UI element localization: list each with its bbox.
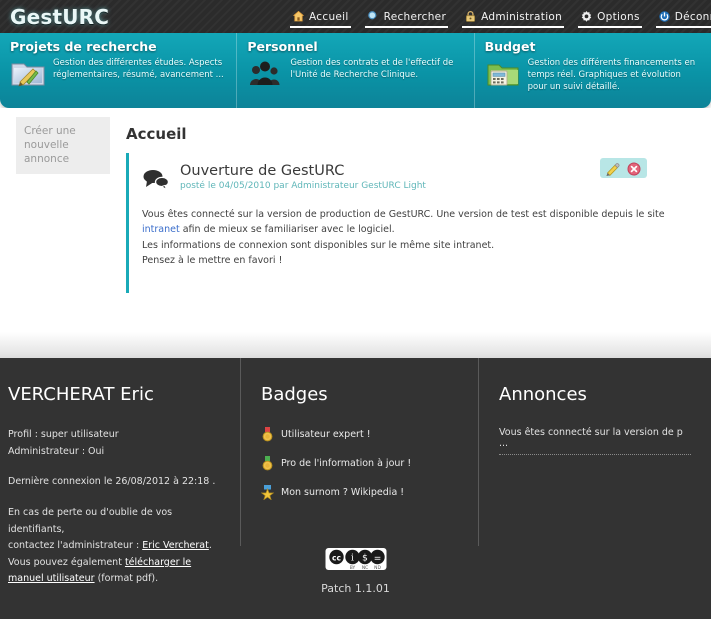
folder-calculator-icon <box>485 57 521 89</box>
user-last-connection: Dernière connexion le 26/08/2012 à 22:18… <box>8 476 216 488</box>
annonce-list-item[interactable]: Vous êtes connecté sur la version de p .… <box>499 427 691 455</box>
banner-card-title: Personnel <box>247 39 318 54</box>
badge-label: Mon surnom ? Wikipedia ! <box>281 487 405 498</box>
banner-card-projets[interactable]: Projets de recherche Gestion des différe… <box>0 33 236 108</box>
announcement-body: Vous êtes connecté sur la version de pro… <box>142 207 689 269</box>
footer-user-panel: VERCHERAT Eric Profil : super utilisateu… <box>0 358 240 584</box>
help-line3-pre: Vous pouvez également <box>8 556 125 568</box>
banner-card-title: Projets de recherche <box>10 39 157 54</box>
help-text: En cas de perte ou d'oublie de vos ident… <box>8 505 222 588</box>
medal-red-icon <box>261 427 274 442</box>
help-line1: En cas de perte ou d'oublie de vos ident… <box>8 506 173 535</box>
main-content: Créer une nouvelle annonce Accueil Ouver… <box>0 108 711 358</box>
magnifier-icon <box>367 10 380 23</box>
badge-item: Pro de l'information à jour ! <box>261 456 460 471</box>
annonces-title: Annonces <box>499 384 587 405</box>
medal-green-icon <box>261 456 274 471</box>
people-icon <box>247 57 283 89</box>
badge-item: Utilisateur expert ! <box>261 427 460 442</box>
footer-annonces-panel: Annonces Vous êtes connecté sur la versi… <box>478 358 711 546</box>
svg-text:cc: cc <box>331 554 340 563</box>
banner-card-budget[interactable]: Budget Gestion des différents financemen… <box>473 33 711 108</box>
announcement-body-line2: Les informations de connexion sont dispo… <box>142 239 495 251</box>
gear-icon <box>580 10 593 23</box>
nav-label: Déconnexion <box>674 10 711 23</box>
nav-item-administration[interactable]: Administration <box>455 0 571 33</box>
svg-text:NC: NC <box>361 565 367 570</box>
content-fade-divider <box>0 332 711 358</box>
delete-icon[interactable] <box>626 161 642 176</box>
banner-card-title: Budget <box>484 39 536 54</box>
user-profil: Profil : super utilisateur <box>8 429 119 440</box>
announcement-actions <box>600 158 647 178</box>
banner-card-personnel[interactable]: Personnel Gestion des contrats et de l'e… <box>236 33 473 108</box>
svg-text:ND: ND <box>374 565 381 570</box>
announcement-title: Ouverture de GestURC <box>180 163 345 179</box>
badges-title: Badges <box>261 384 328 405</box>
nav-label: Accueil <box>309 10 349 23</box>
footer-badges-panel: Badges Utilisateur expert ! Pro de l'inf… <box>240 358 478 546</box>
help-line2-pre: contactez l'administrateur : <box>8 540 143 552</box>
nav-item-deconnexion[interactable]: Déconnexion <box>649 0 711 33</box>
star-badge-icon <box>260 485 275 501</box>
svg-text:=: = <box>373 554 381 564</box>
intranet-link[interactable]: intranet <box>142 224 180 235</box>
nav-item-rechercher[interactable]: Rechercher <box>358 0 455 33</box>
main-navigation: Accueil Rechercher Administration Option… <box>283 0 711 33</box>
create-announcement-button[interactable]: Créer une nouvelle annonce <box>16 117 110 174</box>
nav-label: Administration <box>481 10 563 23</box>
creative-commons-by-nc-nd-icon[interactable]: cc i $ = BY NC ND <box>325 548 386 571</box>
svg-text:$: $ <box>362 554 368 564</box>
admin-contact-link[interactable]: Eric Vercherat <box>142 540 209 551</box>
speech-bubbles-icon <box>142 168 170 191</box>
app-logo[interactable]: GestURC <box>10 5 109 29</box>
pencil-icon[interactable] <box>605 161 621 176</box>
footer: VERCHERAT Eric Profil : super utilisateu… <box>0 358 711 619</box>
feature-banner: Projets de recherche Gestion des différe… <box>0 33 711 108</box>
banner-card-text: Gestion des différentes études. Aspects … <box>53 58 224 81</box>
badge-label: Pro de l'information à jour ! <box>281 458 412 469</box>
folder-pencil-icon <box>10 57 46 89</box>
page-title: Accueil <box>126 125 187 143</box>
lock-icon <box>464 10 477 23</box>
user-administrateur: Administrateur : Oui <box>8 445 105 457</box>
top-bar: GestURC Accueil Rechercher Administratio… <box>0 0 711 33</box>
nav-item-options[interactable]: Options <box>571 0 649 33</box>
announcement-meta: posté le 04/05/2010 par Administrateur G… <box>180 181 426 191</box>
badge-item: Mon surnom ? Wikipedia ! <box>260 485 460 501</box>
announcement-body-line1-post: afin de mieux se familiariser avec le lo… <box>179 224 395 236</box>
banner-card-text: Gestion des différents financements en t… <box>527 58 696 93</box>
nav-item-accueil[interactable]: Accueil <box>283 0 358 33</box>
svg-text:i: i <box>351 554 354 564</box>
home-icon <box>292 10 305 23</box>
user-name: VERCHERAT Eric <box>8 384 154 405</box>
banner-card-text: Gestion des contrats et de l'effectif de… <box>290 58 454 81</box>
badge-label: Utilisateur expert ! <box>281 429 371 440</box>
patch-version: Patch 1.1.01 <box>321 582 390 595</box>
announcement-body-line1-pre: Vous êtes connecté sur la version de pro… <box>142 209 665 220</box>
announcement-body-line3: Pensez à le mettre en favori ! <box>142 255 283 267</box>
power-icon <box>658 10 671 23</box>
announcement-card: Ouverture de GestURC posté le 04/05/2010… <box>126 153 689 293</box>
nav-label: Options <box>597 10 640 23</box>
svg-text:BY: BY <box>349 565 355 570</box>
help-line2-post: . <box>208 540 212 552</box>
nav-label: Rechercher <box>383 10 447 23</box>
